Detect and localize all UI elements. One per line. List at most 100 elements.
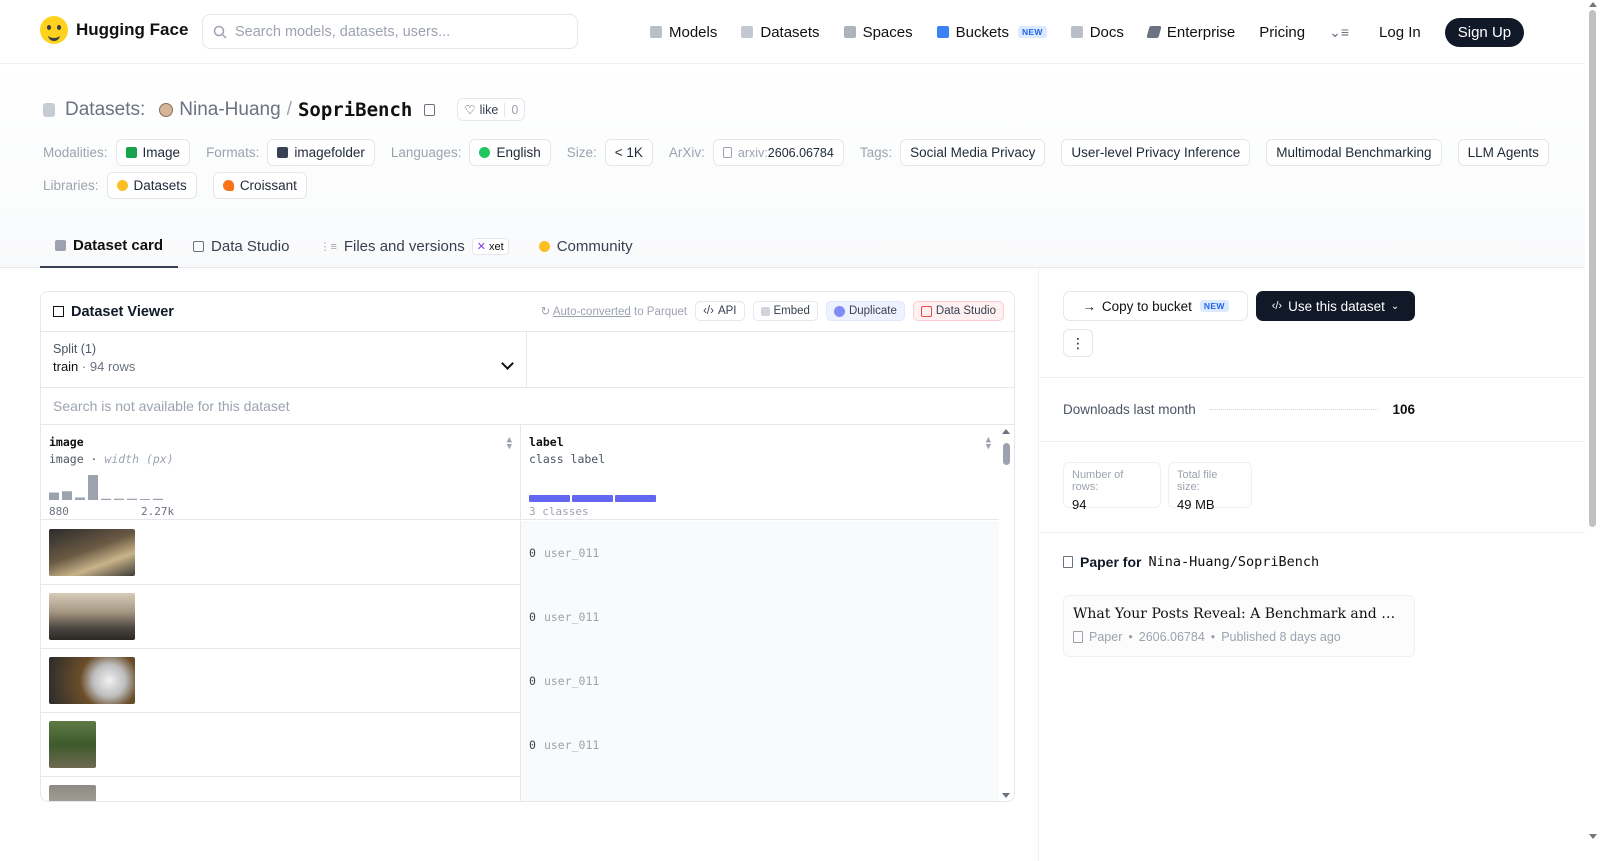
scroll-down-arrow-icon[interactable] [1002,793,1010,798]
sort-icon[interactable]: ▲ ▼ [986,436,991,452]
scrollbar-thumb[interactable] [1003,443,1010,465]
histogram-bar[interactable] [88,475,98,500]
histogram-bar[interactable] [153,498,163,500]
histogram-bar[interactable] [127,498,137,500]
like-count: 0 [504,102,524,117]
page-scrollbar[interactable] [1585,0,1600,861]
nav-spaces[interactable]: Spaces [843,24,913,41]
search-icon [213,25,227,39]
sort-icon[interactable]: ▲ ▼ [507,436,512,452]
nav-buckets[interactable]: Buckets NEW [936,24,1047,41]
brand-logo-link[interactable]: Hugging Face [40,16,188,44]
nav-models[interactable]: Models [650,24,717,41]
tag-chip[interactable]: User-level Privacy Inference [1061,139,1251,166]
size-chip[interactable]: < 1K [604,139,653,166]
histogram-bar[interactable] [114,498,124,500]
tab-dataset-card[interactable]: Dataset card [40,224,179,268]
scroll-down-arrow-icon[interactable] [1589,834,1597,839]
divider [1039,377,1586,378]
image-thumbnail[interactable] [49,529,135,576]
column-header-image[interactable]: image image · width (px) ▲ ▼ 880 2.27k [41,425,521,520]
table-scrollbar[interactable] [998,425,1014,801]
tab-label: Community [556,237,633,255]
table-icon [193,240,205,252]
image-thumbnail[interactable] [49,785,96,801]
modality-value: Image [142,145,181,160]
use-this-dataset-button[interactable]: ‹/› Use this dataset ⌄ [1256,291,1415,321]
refresh-icon: ↻ [540,306,551,318]
nav-docs[interactable]: Docs [1070,24,1124,41]
paper-published: Published 8 days ago [1221,630,1341,644]
histogram-bar[interactable] [62,491,72,500]
nav-pricing[interactable]: Pricing [1259,24,1305,41]
search-input[interactable] [235,23,555,40]
tag-chip[interactable]: Social Media Privacy [900,139,1046,166]
histogram-min: 880 [49,505,69,518]
embed-button[interactable]: Embed [752,301,818,321]
image-thumbnail[interactable] [49,721,96,768]
api-button[interactable]: ‹/› API [695,301,745,321]
table-row[interactable]: 0 user_011 [41,649,999,713]
class-segment[interactable] [615,495,656,502]
table-row[interactable] [41,777,999,801]
signup-button[interactable]: Sign Up [1444,17,1525,47]
library-chip-datasets[interactable]: Datasets [106,172,197,199]
paper-repo-name: Nina-Huang/SopriBench [1148,554,1320,570]
login-link[interactable]: Log In [1379,24,1421,41]
tab-data-studio[interactable]: Data Studio [178,224,304,268]
new-badge: NEW [1017,26,1047,38]
image-thumbnail[interactable] [49,593,135,640]
tab-files-and-versions[interactable]: ⋮≡ Files and versions ✕ xet [304,224,523,268]
repo-name-link[interactable]: SopriBench [298,99,412,121]
tag-chip[interactable]: Multimodal Benchmarking [1266,139,1442,166]
split-rows: 94 rows [89,359,136,374]
histogram-bar[interactable] [101,498,111,500]
more-menu-icon[interactable]: ⌄≡ [1329,24,1349,41]
paper-kind: Paper [1089,630,1123,644]
library-chip-croissant[interactable]: Croissant [212,172,307,199]
dataset-viewer: Dataset Viewer ↻ Auto-converted to Parqu… [40,291,1015,802]
class-segment[interactable] [529,495,570,502]
arxiv-chip[interactable]: arxiv: 2606.06784 [712,139,844,166]
nav-pricing-label: Pricing [1259,23,1306,41]
histogram-bar[interactable] [49,492,59,501]
table-row[interactable]: 0 user_011 [41,521,999,585]
tab-community[interactable]: Community [524,224,648,268]
copy-icon[interactable] [424,103,436,116]
duplicate-button[interactable]: Duplicate [825,301,905,321]
class-distribution-bar [529,495,656,502]
more-options-button[interactable]: ⋮ [1063,329,1093,357]
scroll-up-arrow-icon[interactable] [1589,2,1597,7]
histogram-bar[interactable] [140,499,150,500]
document-icon [1063,556,1073,568]
histogram-bar[interactable] [75,497,85,501]
image-thumbnail[interactable] [49,657,135,704]
label-index: 0 [529,546,536,560]
column-name: image [49,435,84,449]
global-search-box[interactable] [202,14,578,49]
nav-datasets[interactable]: Datasets [741,24,820,41]
like-button[interactable]: ♡ like 0 [457,98,526,121]
label-index: 0 [529,610,536,624]
nav-enterprise[interactable]: Enterprise [1146,24,1235,41]
split-selector[interactable]: Split (1) train · 94 rows [41,332,527,387]
auto-converted-link[interactable]: Auto-converted [553,306,631,318]
copy-to-bucket-button[interactable]: → Copy to bucket NEW [1063,291,1248,321]
modality-chip-image[interactable]: Image [115,139,191,166]
paper-card[interactable]: What Your Posts Reveal: A Benchmark and … [1063,595,1415,657]
language-chip[interactable]: English [469,139,551,166]
table-row[interactable]: 0 user_011 [41,585,999,649]
enterprise-icon [1146,26,1162,38]
data-table: image image · width (px) ▲ ▼ 880 2.27k lab… [41,425,1014,801]
table-row[interactable]: 0 user_011 [41,713,999,777]
class-segment[interactable] [572,495,613,502]
format-chip[interactable]: imagefolder [267,139,375,166]
viewer-actions: ↻ Auto-converted to Parquet ‹/› API Embed… [541,301,1004,321]
column-header-label[interactable]: label class label ▲ ▼ 3 classes [521,425,999,520]
tag-chip[interactable]: LLM Agents [1457,139,1549,166]
library-label: Croissant [239,178,297,193]
page-scrollbar-thumb[interactable] [1589,10,1596,527]
owner-link[interactable]: Nina-Huang [179,99,280,121]
scroll-up-arrow-icon[interactable] [1002,429,1010,434]
data-studio-button[interactable]: Data Studio [912,301,1004,321]
